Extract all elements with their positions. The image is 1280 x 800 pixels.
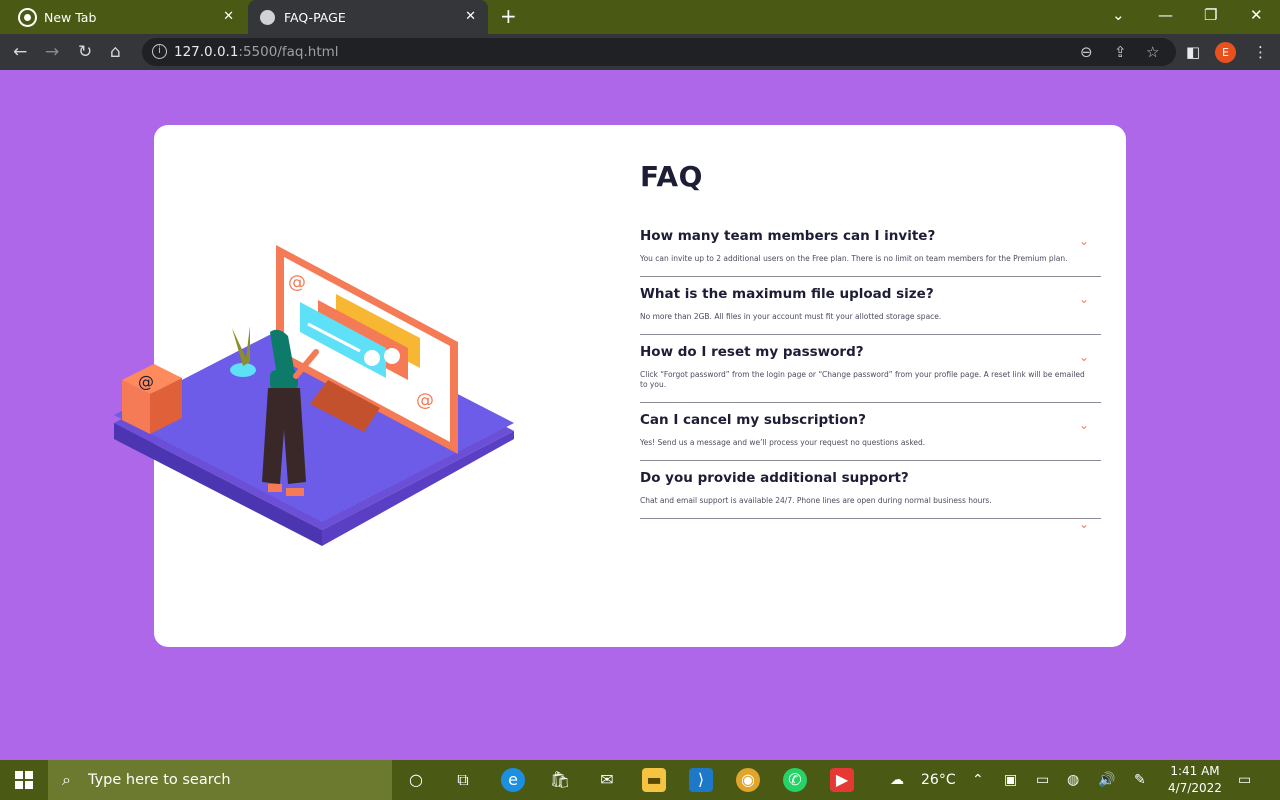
tab-search-icon[interactable]: ⌄ — [1112, 5, 1125, 25]
chrome-taskbar-icon[interactable]: ◉ — [736, 768, 760, 792]
page-title: FAQ — [640, 160, 703, 193]
forward-icon[interactable]: → — [45, 42, 59, 62]
clock-time: 1:41 AM — [1170, 764, 1220, 778]
minimize-button[interactable]: — — [1158, 5, 1173, 25]
search-placeholder: Type here to search — [88, 772, 231, 788]
weather-temp[interactable]: 26°C — [921, 770, 956, 790]
faq-answer: Click “Forgot password” from the login p… — [640, 370, 1085, 389]
close-icon[interactable]: ✕ — [465, 9, 476, 25]
tab-new-tab[interactable]: New Tab ✕ — [8, 0, 246, 34]
edge-icon[interactable]: e — [501, 768, 525, 792]
zoom-icon[interactable]: ⊖ — [1080, 43, 1093, 61]
pen-icon[interactable]: ✎ — [1134, 770, 1146, 790]
browser-toolbar: ← → ↻ ⌂ i 127.0.0.1:5500/faq.html ⊖ ⇪ ☆ … — [0, 34, 1280, 70]
new-tab-button[interactable]: + — [500, 5, 517, 27]
faq-item[interactable]: How many team members can I invite? You … — [640, 227, 1101, 277]
chevron-down-icon[interactable]: ⌄ — [1079, 235, 1089, 247]
address-bar[interactable]: i 127.0.0.1:5500/faq.html ⊖ ⇪ ☆ — [142, 38, 1176, 66]
taskbar-clock[interactable]: 1:41 AM 4/7/2022 — [1166, 763, 1224, 797]
volume-icon[interactable]: 🔊 — [1098, 770, 1115, 790]
notification-icon[interactable]: ▭ — [1238, 770, 1251, 790]
faq-last-row: ⌄ — [640, 517, 1101, 539]
share-icon[interactable]: ⇪ — [1114, 43, 1127, 61]
tab-label: FAQ-PAGE — [284, 9, 346, 25]
vscode-icon[interactable]: ⟩ — [689, 768, 713, 792]
faq-answer: Chat and email support is available 24/7… — [640, 496, 992, 505]
windows-taskbar: ⌕ Type here to search ○ ⧉ e 🛍 ✉ ▬ ⟩ ◉ ✆ … — [0, 760, 1280, 800]
tray-chevron-up-icon[interactable]: ⌃ — [972, 770, 984, 790]
illustration-image: @ @ @ — [114, 245, 514, 546]
url-text[interactable]: 127.0.0.1:5500/faq.html — [174, 44, 339, 60]
faq-question[interactable]: How many team members can I invite? — [640, 227, 1101, 245]
weather-cloud-icon[interactable]: ☁ — [890, 770, 904, 790]
site-info-icon[interactable]: i — [152, 44, 167, 59]
clock-date: 4/7/2022 — [1168, 781, 1222, 795]
svg-text:@: @ — [288, 272, 306, 293]
home-icon[interactable]: ⌂ — [110, 42, 121, 62]
faq-question[interactable]: What is the maximum file upload size? — [640, 285, 1101, 303]
browser-tab-strip: New Tab ✕ FAQ-PAGE ✕ + ⌄ — ❐ ✕ — [0, 0, 1280, 34]
page-icon — [260, 9, 275, 25]
faq-question[interactable]: Do you provide additional support? — [640, 469, 1101, 487]
tab-faq-page[interactable]: FAQ-PAGE ✕ — [248, 0, 488, 34]
menu-icon[interactable]: ⋮ — [1253, 42, 1268, 62]
reload-icon[interactable]: ↻ — [78, 42, 92, 62]
mail-icon[interactable]: ✉ — [595, 768, 619, 792]
taskbar-search[interactable]: ⌕ Type here to search — [48, 760, 392, 800]
task-view-icon[interactable]: ⧉ — [451, 768, 475, 792]
whatsapp-icon[interactable]: ✆ — [783, 768, 807, 792]
bookmark-star-icon[interactable]: ☆ — [1146, 43, 1159, 61]
chevron-down-icon[interactable]: ⌄ — [1079, 351, 1089, 363]
faq-item[interactable]: ⌄ Do you provide additional support? Cha… — [640, 419, 1101, 519]
faq-question[interactable]: Can I cancel my subscription? — [640, 411, 1101, 429]
chevron-down-icon[interactable]: ⌄ — [1079, 517, 1089, 531]
profile-avatar[interactable]: E — [1215, 42, 1236, 63]
svg-text:@: @ — [138, 372, 154, 391]
back-icon[interactable]: ← — [13, 42, 27, 62]
faq-section: FAQ How many team members can I invite? … — [640, 160, 1101, 539]
chevron-down-icon[interactable]: ⌄ — [1079, 293, 1089, 305]
close-icon[interactable]: ✕ — [223, 9, 234, 25]
close-window-button[interactable]: ✕ — [1250, 5, 1263, 25]
faq-answer: Yes! Send us a message and we’ll process… — [640, 438, 926, 447]
side-panel-icon[interactable]: ◧ — [1186, 42, 1200, 62]
chrome-icon — [20, 9, 35, 25]
cortana-icon[interactable]: ○ — [404, 768, 428, 792]
faq-item[interactable]: ⌄ How do I reset my password? Click “For… — [640, 293, 1101, 403]
media-player-icon[interactable]: ▶ — [830, 768, 854, 792]
svg-text:@: @ — [416, 390, 434, 411]
tab-label: New Tab — [44, 9, 97, 25]
start-button[interactable] — [15, 771, 33, 789]
battery-icon[interactable]: ▭ — [1036, 770, 1049, 790]
file-explorer-icon[interactable]: ▬ — [642, 768, 666, 792]
search-icon: ⌕ — [62, 770, 71, 789]
meet-icon[interactable]: ▣ — [1004, 770, 1017, 790]
faq-question[interactable]: How do I reset my password? — [640, 343, 1101, 361]
faq-answer: You can invite up to 2 additional users … — [640, 254, 1068, 263]
faq-item[interactable]: ⌄ What is the maximum file upload size? … — [640, 235, 1101, 335]
network-globe-icon[interactable]: ◍ — [1067, 770, 1079, 790]
faq-item[interactable]: ⌄ Can I cancel my subscription? Yes! Sen… — [640, 351, 1101, 461]
restore-button[interactable]: ❐ — [1204, 5, 1217, 25]
chevron-down-icon[interactable]: ⌄ — [1079, 419, 1089, 431]
store-icon[interactable]: 🛍 — [548, 768, 572, 792]
faq-answer: No more than 2GB. All files in your acco… — [640, 312, 942, 321]
